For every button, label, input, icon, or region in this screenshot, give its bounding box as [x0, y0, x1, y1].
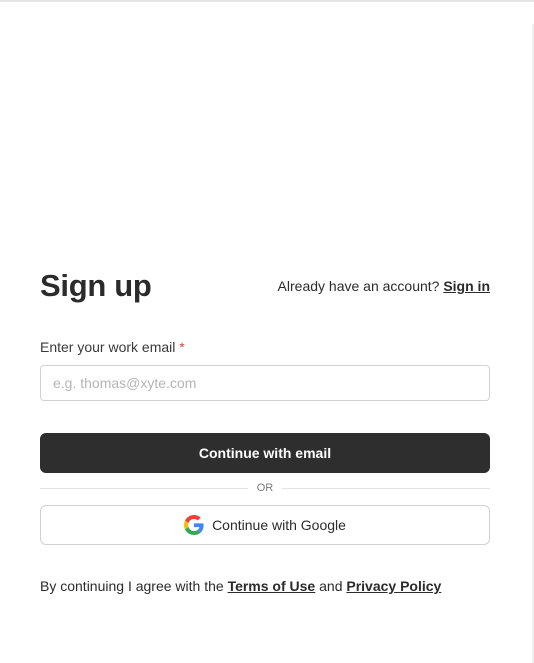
terms-prefix: By continuing I agree with the — [40, 578, 224, 594]
signin-hint: Already have an account? Sign in — [278, 276, 490, 296]
signup-header: Sign up Already have an account? Sign in — [40, 266, 490, 306]
page-title: Sign up — [40, 268, 152, 303]
signin-prompt: Already have an account? — [277, 278, 440, 294]
google-logo-icon — [184, 515, 204, 535]
email-input[interactable] — [40, 365, 490, 401]
signin-link[interactable]: Sign in — [443, 278, 490, 294]
privacy-policy-link[interactable]: Privacy Policy — [346, 578, 441, 594]
terms-of-use-link[interactable]: Terms of Use — [228, 578, 316, 594]
continue-with-google-button[interactable]: Continue with Google — [40, 505, 490, 545]
terms-notice: By continuing I agree with the Terms of … — [40, 576, 441, 596]
terms-conjunction: and — [319, 578, 343, 594]
or-divider: OR — [40, 480, 490, 496]
divider-line-right — [282, 488, 490, 489]
google-button-label: Continue with Google — [212, 517, 346, 533]
email-label: Enter your work email * — [40, 338, 185, 356]
email-label-text: Enter your work email — [40, 339, 176, 355]
required-mark: * — [179, 339, 185, 355]
top-divider — [0, 0, 534, 2]
continue-with-email-button[interactable]: Continue with email — [40, 433, 490, 473]
